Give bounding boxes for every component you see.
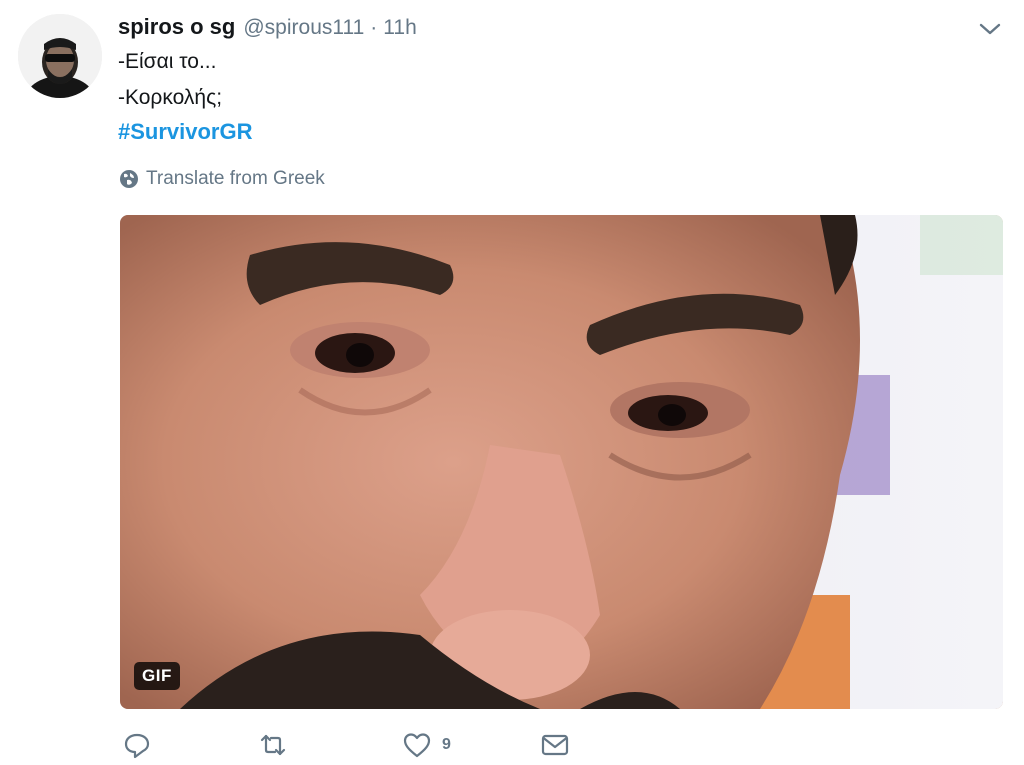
author-name[interactable]: spiros o sg <box>118 14 235 40</box>
like-button[interactable]: 9 <box>402 730 451 760</box>
avatar[interactable] <box>18 14 102 98</box>
gif-media[interactable]: GIF <box>120 215 1003 709</box>
globe-icon <box>120 170 138 188</box>
translate-link[interactable]: Translate from Greek <box>119 168 325 190</box>
reply-icon <box>124 733 150 759</box>
gif-badge: GIF <box>134 662 180 690</box>
chevron-down-icon[interactable] <box>976 18 1004 40</box>
tweet-card: spiros o sg @spirous111 · 11h -Είσαι το.… <box>0 0 1024 765</box>
direct-message-button[interactable] <box>540 730 570 760</box>
timestamp[interactable]: 11h <box>383 16 416 40</box>
separator-dot: · <box>370 16 378 39</box>
avatar-image <box>18 14 102 98</box>
tweet-text-line-1: -Είσαι το... <box>118 50 217 73</box>
like-count: 9 <box>442 736 451 753</box>
author-handle[interactable]: @spirous111 <box>243 16 364 40</box>
translate-label: Translate from Greek <box>146 168 325 189</box>
reply-button[interactable] <box>122 730 152 760</box>
gif-frame-image <box>120 215 1003 709</box>
tweet-actions: 9 <box>118 730 618 765</box>
tweet-text-line-2: -Κορκολής; <box>118 86 223 109</box>
retweet-icon <box>260 734 286 756</box>
retweet-button[interactable] <box>258 730 288 760</box>
hashtag-link[interactable]: #SurvivorGR <box>118 119 253 145</box>
envelope-icon <box>541 734 569 756</box>
heart-icon <box>403 733 431 758</box>
tweet-header: spiros o sg @spirous111 · 11h <box>118 14 417 40</box>
